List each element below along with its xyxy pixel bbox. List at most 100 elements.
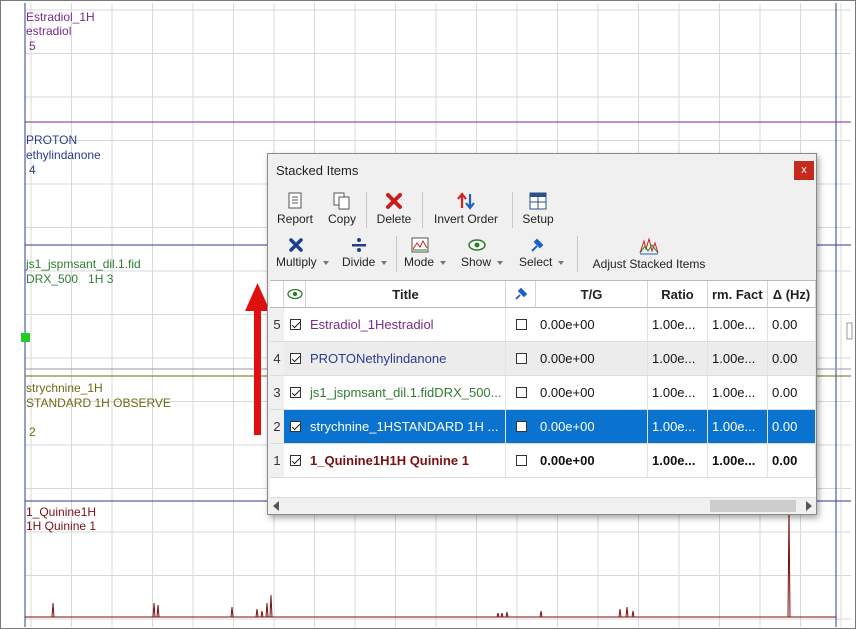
setup-label: Setup: [522, 212, 554, 226]
quinine-spectrum-trace: [25, 506, 836, 618]
chevron-down-icon: [558, 260, 565, 265]
multiply-label: Multiply: [276, 255, 317, 269]
multiply-dropdown[interactable]: Multiply: [276, 237, 334, 269]
pin-checkbox[interactable]: [516, 353, 527, 364]
row-tg[interactable]: 0.00e+00: [536, 342, 648, 375]
chevron-down-icon: [381, 260, 388, 265]
toolbar-divider: [512, 192, 513, 228]
chevron-down-icon: [440, 260, 447, 265]
row-norm-factor[interactable]: 1.00e...: [708, 308, 768, 341]
show-dropdown[interactable]: Show: [461, 237, 511, 269]
show-label: Show: [461, 255, 492, 269]
pin-icon: [514, 287, 527, 300]
row-norm-factor[interactable]: 1.00e...: [708, 410, 768, 443]
adjust-stacked-items-label: Adjust Stacked Items: [592, 257, 706, 271]
table-row[interactable]: 4 PROTONethylindanone 0.00e+00 1.00e... 1.00…: [270, 342, 816, 376]
table-row[interactable]: 3 js1_jspmsant_dil.1.fidDRX_500... 0.00e+0…: [270, 376, 816, 410]
toolbar-divider: [366, 192, 367, 228]
scroll-right-icon[interactable]: [806, 501, 812, 511]
row-ratio[interactable]: 1.00e...: [648, 444, 708, 477]
spectrum-5-title: estradiol: [26, 24, 72, 38]
select-dropdown[interactable]: Select: [519, 237, 571, 269]
header-ratio[interactable]: Ratio: [648, 281, 708, 308]
invert-order-button[interactable]: Invert Order: [430, 192, 502, 226]
copy-button[interactable]: Copy: [324, 192, 360, 226]
row-tg[interactable]: 0.00e+00: [536, 376, 648, 409]
row-norm-factor[interactable]: 1.00e...: [708, 444, 768, 477]
report-button[interactable]: Report: [274, 192, 316, 226]
row-ratio[interactable]: 1.00e...: [648, 376, 708, 409]
pin-checkbox[interactable]: [516, 319, 527, 330]
row-tg[interactable]: 0.00e+00: [536, 410, 648, 443]
stacked-items-dialog: Stacked Items x Report Copy Delete Inver…: [267, 153, 817, 515]
row-number: 3: [270, 376, 284, 409]
visibility-checkbox[interactable]: [290, 319, 301, 330]
copy-icon: [333, 192, 350, 210]
row-norm-factor[interactable]: 1.00e...: [708, 342, 768, 375]
adjust-stacked-items-button[interactable]: Adjust Stacked Items: [584, 237, 714, 271]
stacked-items-table: Title T/G Ratio rm. Fact Δ (Hz) 5 Estradi…: [270, 280, 816, 498]
row-title[interactable]: Estradiol_1Hestradiol: [306, 308, 506, 341]
table-row[interactable]: 1 1_Quinine1H1H Quinine 1 0.00e+00 1.00e...…: [270, 444, 816, 478]
visibility-checkbox[interactable]: [290, 421, 301, 432]
visibility-checkbox[interactable]: [290, 353, 301, 364]
table-row[interactable]: 2 strychnine_1HSTANDARD 1H ... 0.00e+00 1.0…: [270, 410, 816, 444]
row-tg[interactable]: 0.00e+00: [536, 308, 648, 341]
row-delta[interactable]: 0.00: [768, 410, 816, 443]
horizontal-scrollbar[interactable]: [270, 497, 816, 514]
spectrum-canvas[interactable]: Estradiol_1H estradiol 5 PROTON ethylind…: [0, 0, 856, 629]
header-tg[interactable]: T/G: [536, 281, 648, 308]
divide-dropdown[interactable]: Divide: [342, 237, 394, 269]
row-delta[interactable]: 0.00: [768, 376, 816, 409]
toolbar-divider: [396, 236, 397, 272]
delete-button[interactable]: Delete: [374, 192, 414, 226]
dialog-title: Stacked Items: [276, 163, 359, 178]
visibility-checkbox[interactable]: [290, 455, 301, 466]
header-pin[interactable]: [506, 281, 536, 308]
row-ratio[interactable]: 1.00e...: [648, 410, 708, 443]
spectrum-3-name: js1_jspmsant_dil.1.fid: [26, 257, 141, 271]
row-delta[interactable]: 0.00: [768, 342, 816, 375]
row-delta[interactable]: 0.00: [768, 308, 816, 341]
close-button[interactable]: x: [794, 161, 814, 180]
spectrum-1-title: 1H Quinine 1: [26, 519, 97, 533]
row-norm-factor[interactable]: 1.00e...: [708, 376, 768, 409]
row-title[interactable]: js1_jspmsant_dil.1.fidDRX_500...: [306, 376, 506, 409]
spectrum-4-name: PROTON: [26, 133, 78, 147]
header-visibility[interactable]: [284, 281, 306, 308]
delete-label: Delete: [376, 212, 412, 226]
report-label: Report: [276, 212, 314, 226]
pin-checkbox[interactable]: [516, 455, 527, 466]
spectrum-4-index: 4: [29, 163, 36, 177]
header-title[interactable]: Title: [306, 281, 506, 308]
pin-checkbox[interactable]: [516, 421, 527, 432]
header-norm-factor[interactable]: rm. Fact: [708, 281, 768, 308]
row-ratio[interactable]: 1.00e...: [648, 308, 708, 341]
pin-checkbox[interactable]: [516, 387, 527, 398]
copy-label: Copy: [327, 212, 356, 226]
mode-dropdown[interactable]: Mode: [404, 237, 454, 269]
row-delta[interactable]: 0.00: [768, 444, 816, 477]
row-number: 1: [270, 444, 284, 477]
scrollbar-thumb[interactable]: [710, 500, 796, 512]
row-number: 5: [270, 308, 284, 341]
table-row[interactable]: 5 Estradiol_1Hestradiol 0.00e+00 1.00e... 1.…: [270, 308, 816, 342]
eye-icon: [468, 239, 486, 251]
row-ratio[interactable]: 1.00e...: [648, 342, 708, 375]
setup-icon: [529, 192, 547, 210]
spectrum-5-index: 5: [29, 39, 36, 53]
setup-button[interactable]: Setup: [518, 192, 558, 226]
row-title[interactable]: PROTONethylindanone: [306, 342, 506, 375]
toolbar-divider: [577, 236, 578, 272]
row-title[interactable]: strychnine_1HSTANDARD 1H ...: [306, 410, 506, 443]
scroll-left-icon[interactable]: [273, 501, 279, 511]
visibility-checkbox[interactable]: [290, 387, 301, 398]
pin-icon: [531, 238, 544, 252]
spectrum-2-index: 2: [29, 425, 36, 439]
spectrum-5-name: Estradiol_1H: [26, 10, 95, 24]
active-spectrum-marker[interactable]: [21, 333, 30, 342]
header-delta[interactable]: Δ (Hz): [768, 281, 816, 308]
row-title[interactable]: 1_Quinine1H1H Quinine 1: [306, 444, 506, 477]
row-tg[interactable]: 0.00e+00: [536, 444, 648, 477]
delete-icon: [386, 193, 402, 209]
